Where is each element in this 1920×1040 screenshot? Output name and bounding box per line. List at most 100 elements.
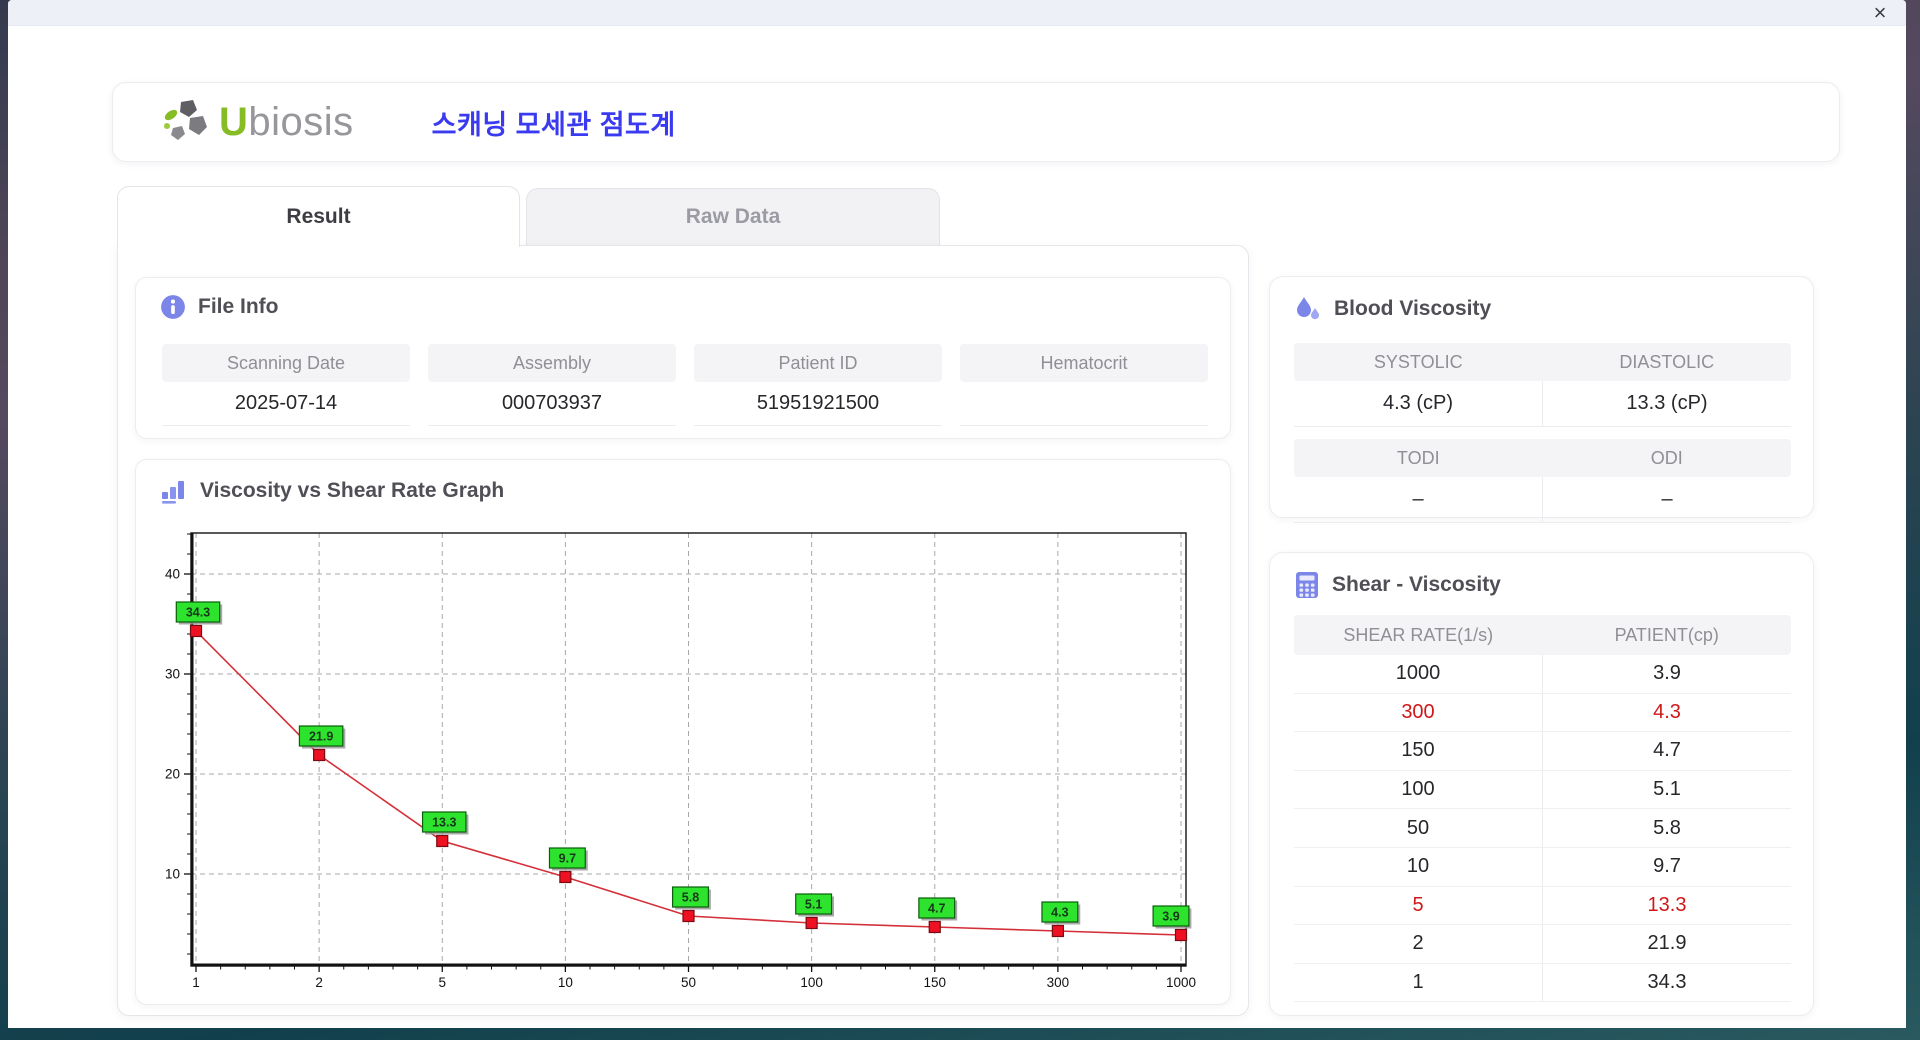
table-cell: 10: [1294, 847, 1543, 886]
file-info-field-value: 000703937: [428, 382, 676, 426]
table-cell: 4.3: [1653, 700, 1681, 723]
table-row: 300 4.3: [1294, 693, 1791, 733]
file-info-title: File Info: [198, 295, 279, 318]
blood-viscosity-header: Blood Viscosity: [1294, 295, 1491, 323]
svg-text:300: 300: [1047, 975, 1070, 990]
table-row: 150 4.7: [1294, 732, 1791, 771]
shear-viscosity-header: Shear - Viscosity: [1294, 571, 1501, 599]
table-cell: 4.7: [1653, 739, 1681, 762]
table-row: 5 13.3: [1294, 886, 1791, 926]
bv-header-row: TODI ODI: [1294, 439, 1791, 477]
header-card: Ubiosis 스캐닝 모세관 점도계: [112, 82, 1840, 162]
shear-viscosity-title: Shear - Viscosity: [1332, 573, 1501, 596]
table-cell: 5.1: [1653, 778, 1681, 801]
table-row: 100 5.1: [1294, 770, 1791, 810]
bv-value-row: – –: [1294, 477, 1791, 523]
bv-value-row: 4.3 (cP) 13.3 (cP): [1294, 381, 1791, 427]
graph-title: Viscosity vs Shear Rate Graph: [200, 479, 505, 502]
svg-text:9.7: 9.7: [559, 852, 576, 866]
file-info-field: Hematocrit: [960, 344, 1208, 426]
file-info-grid: Scanning Date 2025-07-14 Assembly 000703937…: [162, 344, 1208, 426]
app-window: × Ubiosis 스캐닝 모세관 점도계 Result Raw Data Fi…: [8, 0, 1906, 1028]
svg-text:1000: 1000: [1166, 975, 1196, 990]
droplets-icon: [1294, 295, 1322, 323]
tab-raw-data-label: Raw Data: [685, 205, 781, 228]
title-bar: ×: [8, 0, 1906, 26]
result-panel: File Info Scanning Date 2025-07-14 Assembl…: [117, 245, 1249, 1016]
tab-result[interactable]: Result: [117, 186, 520, 247]
file-info-field: Scanning Date 2025-07-14: [162, 344, 410, 426]
svg-text:40: 40: [165, 567, 180, 582]
calculator-icon: [1294, 571, 1320, 599]
ubiosis-logo-icon: [161, 98, 213, 146]
svg-text:10: 10: [165, 867, 180, 882]
bv-value-cell: 13.3 (cP): [1626, 392, 1708, 414]
bar-chart-icon: [160, 478, 188, 504]
table-row: 1 34.3: [1294, 963, 1791, 1003]
table-cell: 13.3: [1647, 893, 1687, 916]
graph-header: Viscosity vs Shear Rate Graph: [160, 478, 504, 504]
page-title: 스캐닝 모세관 점도계: [431, 109, 676, 140]
shear-header-cell: SHEAR RATE(1/s): [1343, 624, 1494, 645]
svg-text:34.3: 34.3: [186, 606, 210, 620]
file-info-field: Assembly 000703937: [428, 344, 676, 426]
svg-text:2: 2: [315, 975, 323, 990]
table-row: 10 9.7: [1294, 847, 1791, 887]
bv-value-cell: 4.3 (cP): [1294, 381, 1543, 426]
svg-text:4.3: 4.3: [1051, 906, 1068, 920]
bv-header-row: SYSTOLIC DIASTOLIC: [1294, 343, 1791, 381]
bv-header-cell: ODI: [1650, 447, 1683, 468]
svg-text:4.7: 4.7: [928, 902, 945, 916]
logo-text: Ubiosis: [219, 102, 354, 142]
info-icon: [160, 294, 186, 320]
table-cell: 3.9: [1653, 662, 1681, 685]
table-cell: 1: [1294, 963, 1543, 1002]
shear-header-cell: PATIENT(cp): [1614, 624, 1719, 645]
table-row: 50 5.8: [1294, 809, 1791, 848]
shear-viscosity-table: SHEAR RATE(1/s) PATIENT(cp) 1000 3.9 300 4.3 1…: [1294, 615, 1791, 1003]
table-cell: 21.9: [1647, 932, 1687, 955]
bv-value-cell: –: [1661, 488, 1673, 510]
bv-header-cell: SYSTOLIC: [1373, 351, 1463, 372]
table-cell: 50: [1294, 809, 1543, 847]
table-cell: 100: [1294, 770, 1543, 809]
table-cell: 5.8: [1653, 816, 1681, 839]
file-info-field-value: 51951921500: [694, 382, 942, 426]
svg-text:13.3: 13.3: [432, 816, 456, 830]
blood-viscosity-table: SYSTOLIC DIASTOLIC 4.3 (cP) 13.3 (cP) TODI OD…: [1294, 343, 1791, 523]
logo-text-rest: biosis: [248, 100, 354, 144]
table-cell: 34.3: [1647, 971, 1687, 994]
svg-text:50: 50: [681, 975, 696, 990]
file-info-field-value: 2025-07-14: [162, 382, 410, 426]
tab-result-label: Result: [286, 205, 351, 228]
viscosity-shear-chart: 10 20 30 40 1 2 5 10 50 100 150 300 1000 34.3 21.9 13.3…: [165, 532, 1196, 990]
svg-text:10: 10: [558, 975, 573, 990]
table-row: 1000 3.9: [1294, 655, 1791, 694]
file-info-field-label: Hematocrit: [960, 344, 1208, 382]
shear-header-row: SHEAR RATE(1/s) PATIENT(cp): [1294, 615, 1791, 655]
table-cell: 300: [1294, 693, 1543, 732]
svg-text:21.9: 21.9: [309, 730, 333, 744]
bv-row-gap: [1294, 427, 1791, 439]
tab-raw-data[interactable]: Raw Data: [526, 188, 940, 245]
app-logo: Ubiosis: [161, 98, 354, 146]
svg-text:5.1: 5.1: [805, 898, 822, 912]
close-icon: ×: [1873, 0, 1887, 25]
table-cell: 2: [1294, 925, 1543, 963]
file-info-field-label: Scanning Date: [162, 344, 410, 382]
svg-text:150: 150: [923, 975, 946, 990]
file-info-header: File Info: [160, 294, 279, 320]
bv-header-cell: TODI: [1396, 447, 1440, 468]
bv-value-cell: –: [1294, 477, 1543, 522]
svg-text:5.8: 5.8: [682, 891, 699, 905]
bv-header-cell: DIASTOLIC: [1619, 351, 1715, 372]
blood-viscosity-title: Blood Viscosity: [1334, 297, 1492, 320]
close-button[interactable]: ×: [1866, 0, 1894, 25]
svg-text:100: 100: [800, 975, 823, 990]
svg-text:5: 5: [438, 975, 446, 990]
file-info-field-value: [960, 382, 1208, 426]
graph-card: Viscosity vs Shear Rate Graph 10 20 30 40 1 2…: [135, 459, 1231, 1005]
table-cell: 150: [1294, 732, 1543, 770]
blood-viscosity-card: Blood Viscosity SYSTOLIC DIASTOLIC 4.3 (cP…: [1269, 276, 1814, 523]
table-cell: 9.7: [1653, 855, 1681, 878]
